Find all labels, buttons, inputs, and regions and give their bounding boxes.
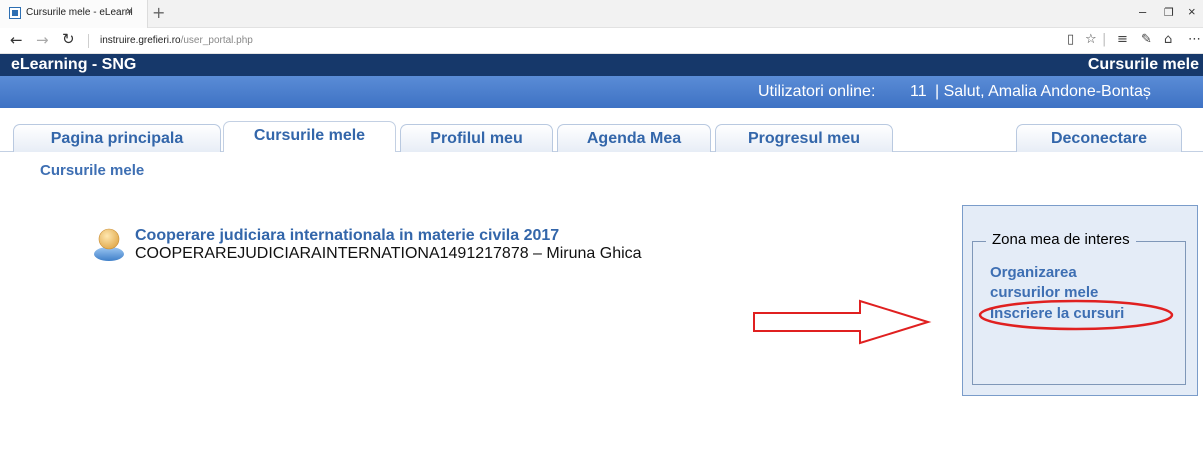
page-label: Cursurile mele — [1087, 56, 1199, 73]
online-users-label: Utilizatori online: — [758, 83, 876, 100]
forward-arrow-icon[interactable]: → — [36, 31, 49, 49]
site-name: eLearning - SNG — [11, 56, 137, 73]
share-icon[interactable]: ⌂ — [1164, 32, 1172, 47]
address-divider — [88, 34, 89, 48]
browser-tab[interactable]: Cursurile mele - eLearni × — [0, 0, 148, 28]
tab-cursurile-mele[interactable]: Cursurile mele — [223, 121, 396, 152]
course-code: COOPERAREJUDICIARAINTERNATIONA1491217878… — [135, 245, 642, 262]
close-tab-icon[interactable]: × — [126, 4, 133, 18]
back-arrow-icon[interactable]: ← — [10, 31, 23, 49]
site-favicon-icon — [9, 7, 21, 19]
toolbar-divider: | — [1102, 32, 1107, 47]
minimize-icon[interactable]: – — [1139, 4, 1146, 19]
browser-tab-title: Cursurile mele - eLearni — [26, 7, 133, 18]
favorite-star-icon[interactable]: ☆ — [1085, 32, 1097, 47]
url-field[interactable]: instruire.grefieri.ro/user_portal.php — [100, 35, 253, 46]
tab-progresul-meu[interactable]: Progresul meu — [715, 124, 893, 152]
url-domain: instruire.grefieri.ro — [100, 35, 181, 46]
new-tab-icon[interactable]: + — [152, 3, 165, 22]
refresh-icon[interactable]: ↻ — [62, 30, 75, 48]
organize-courses-link[interactable]: Organizarea — [990, 264, 1077, 282]
site-header: eLearning - SNG Cursurile mele — [0, 54, 1203, 76]
annotation-ellipse — [978, 299, 1174, 331]
restore-icon[interactable]: ❐ — [1164, 6, 1174, 19]
tab-agenda-mea[interactable]: Agenda Mea — [557, 124, 711, 152]
web-note-icon[interactable]: ✎ — [1141, 32, 1152, 47]
url-path: /user_portal.php — [180, 35, 253, 46]
course-title-link[interactable]: Cooperare judiciara internationala in ma… — [135, 227, 559, 245]
interest-zone-legend: Zona mea de interes — [986, 231, 1136, 248]
hub-icon[interactable]: ≡ — [1117, 32, 1128, 47]
browser-tabstrip: Cursurile mele - eLearni × + – ❐ × — [0, 0, 1203, 28]
tab-profilul-meu[interactable]: Profilul meu — [400, 124, 553, 152]
tab-pagina-principala[interactable]: Pagina principala — [13, 124, 221, 152]
more-icon[interactable]: ⋯ — [1188, 32, 1201, 47]
section-title: Cursurile mele — [40, 162, 145, 179]
online-users-count: 11 — [910, 83, 927, 100]
close-window-icon[interactable]: × — [1188, 4, 1196, 19]
reading-view-icon[interactable]: ▯ — [1067, 32, 1074, 47]
user-greeting: | Salut, Amalia Andone-Bontaș — [935, 83, 1151, 100]
user-avatar-icon — [94, 228, 124, 261]
logout-tab[interactable]: Deconectare — [1016, 124, 1182, 152]
info-bar: Utilizatori online: 11 | Salut, Amalia A… — [0, 76, 1203, 108]
address-bar: ← → ↻ instruire.grefieri.ro/user_portal.… — [0, 28, 1203, 54]
annotation-arrow — [753, 299, 932, 345]
